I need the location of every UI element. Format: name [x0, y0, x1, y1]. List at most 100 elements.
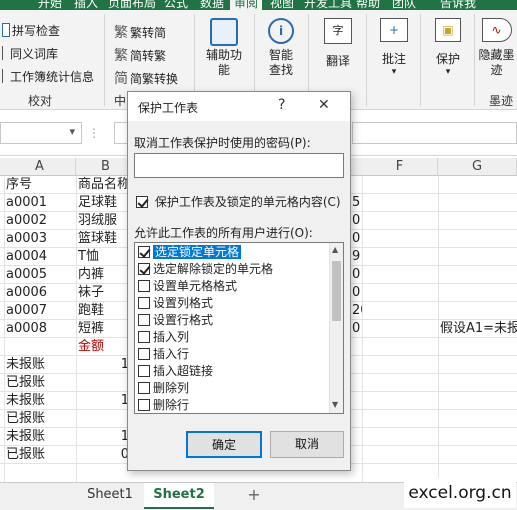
permission-checkbox[interactable] — [138, 314, 150, 326]
permission-checkbox[interactable] — [138, 246, 150, 258]
sheet-tab-sheet2[interactable]: Sheet2 — [144, 483, 214, 509]
cell-b[interactable]: 0 — [78, 446, 133, 464]
permission-item[interactable]: 设置单元格格式 — [135, 278, 237, 295]
cell-a[interactable]: 未报账 — [6, 428, 76, 446]
permission-checkbox[interactable] — [138, 263, 150, 275]
cell-a[interactable]: a0006 — [6, 284, 76, 302]
cell-a[interactable]: a0007 — [6, 302, 76, 320]
cell-e[interactable]: 0 — [352, 230, 362, 248]
tab-home[interactable]: 开始 — [38, 0, 62, 10]
cell-b[interactable]: 1 — [78, 428, 133, 446]
convert-button[interactable]: 简简繁转换 — [114, 68, 178, 88]
cell-g[interactable]: 假设A1=未报 — [440, 320, 517, 338]
cell-a[interactable]: a0002 — [6, 212, 76, 230]
cell-e[interactable]: 5 — [352, 194, 362, 212]
cell-g[interactable] — [440, 392, 517, 410]
name-box[interactable]: ▾ — [0, 122, 82, 144]
cell-a[interactable]: 未报账 — [6, 392, 76, 410]
translate-button[interactable]: 字 翻译 — [314, 18, 362, 69]
cell-e[interactable] — [352, 338, 362, 356]
scroll-down-icon[interactable]: ▼ — [332, 400, 338, 409]
password-input[interactable] — [134, 153, 344, 178]
cancel-entry-icon[interactable] — [114, 122, 128, 144]
permission-item[interactable]: 插入列 — [135, 329, 189, 346]
tab-page-layout[interactable]: 页面布局 — [108, 0, 156, 10]
permission-checkbox[interactable] — [138, 331, 150, 343]
tab-data[interactable]: 数据 — [200, 0, 224, 10]
cell-e[interactable] — [352, 392, 362, 410]
cell-g[interactable] — [440, 212, 517, 230]
formula-input[interactable] — [352, 122, 517, 144]
cell-e[interactable]: 0 — [352, 320, 362, 338]
cell-a[interactable]: 序号 — [6, 176, 76, 194]
cell-e[interactable] — [352, 356, 362, 374]
cell-g[interactable] — [440, 284, 517, 302]
cell-e[interactable]: 9 — [352, 248, 362, 266]
workbook-stats-button[interactable]: 工作簿统计信息 — [2, 68, 94, 85]
cell-e[interactable] — [352, 374, 362, 392]
cell-b[interactable]: 1 — [78, 392, 133, 410]
permission-item[interactable]: 删除列 — [135, 380, 189, 397]
cell-g[interactable] — [440, 410, 517, 428]
protect-checkbox[interactable]: 保护工作表及锁定的单元格内容(C) — [136, 193, 341, 210]
spell-check-button[interactable]: 拼写检查 — [2, 22, 60, 39]
column-header-g[interactable]: G — [438, 158, 517, 176]
cell-e[interactable] — [352, 410, 362, 428]
tab-help[interactable]: 帮助 — [356, 0, 380, 10]
tab-insert[interactable]: 插入 — [74, 0, 98, 10]
cell-a[interactable] — [6, 338, 76, 356]
permission-item[interactable]: 选定解除锁定的单元格 — [135, 261, 273, 278]
tab-view[interactable]: 视图 — [270, 0, 294, 10]
cell-g[interactable] — [440, 302, 517, 320]
column-header-a[interactable]: A — [4, 158, 76, 176]
cell-b[interactable] — [78, 374, 133, 392]
cell-g[interactable] — [440, 266, 517, 284]
cell-e[interactable]: 0 — [352, 284, 362, 302]
permission-checkbox[interactable] — [138, 365, 150, 377]
cell-a[interactable]: a0004 — [6, 248, 76, 266]
tab-review[interactable]: 审阅 — [230, 0, 263, 10]
cell-g[interactable] — [440, 230, 517, 248]
ok-button[interactable]: 确定 — [186, 431, 262, 458]
permission-checkbox[interactable] — [138, 280, 150, 292]
permission-item[interactable]: 选定锁定单元格 — [135, 244, 242, 261]
permission-list[interactable]: 选定锁定单元格 选定解除锁定的单元格 设置单元格格式 设置列格式 设置行格式 插入列 插入行… — [134, 242, 344, 414]
cell-g[interactable] — [440, 356, 517, 374]
to-traditional-button[interactable]: 繁繁转简 — [114, 22, 166, 42]
permission-item[interactable]: 插入超链接 — [135, 363, 213, 380]
permission-checkbox[interactable] — [138, 348, 150, 360]
protect-checkbox-box[interactable] — [136, 196, 148, 208]
cell-e[interactable] — [352, 428, 362, 446]
permission-scrollbar[interactable]: ▲ ▼ — [329, 243, 343, 413]
tab-developer[interactable]: 开发工具 — [304, 0, 352, 10]
protect-button[interactable]: ▣ 保护 ▾ — [426, 18, 470, 77]
thesaurus-button[interactable]: 同义词库 — [2, 45, 58, 62]
cell-e[interactable] — [352, 446, 362, 464]
help-icon[interactable]: ? — [278, 97, 285, 113]
cell-a[interactable]: 未报账 — [6, 356, 76, 374]
cell-a[interactable]: 已报账 — [6, 410, 76, 428]
sheet-tab-sheet1[interactable]: Sheet1 — [76, 483, 144, 509]
cell-g[interactable] — [440, 338, 517, 356]
to-simplified-button[interactable]: 繁简转繁 — [114, 45, 166, 65]
add-sheet-button[interactable]: + — [242, 483, 266, 509]
cell-g[interactable] — [440, 248, 517, 266]
cell-a[interactable]: a0003 — [6, 230, 76, 248]
cell-e[interactable]: 20 — [352, 302, 362, 320]
permission-item[interactable]: 插入行 — [135, 346, 189, 363]
permission-checkbox[interactable] — [138, 382, 150, 394]
hide-ink-button[interactable]: ∿ 隐藏墨 迹 — [476, 18, 517, 78]
permission-item[interactable]: 设置列格式 — [135, 295, 213, 312]
cell-a[interactable]: a0005 — [6, 266, 76, 284]
close-icon[interactable]: ✕ — [318, 97, 330, 113]
accessibility-button[interactable]: 辅助功 能 — [198, 18, 250, 78]
scroll-thumb[interactable] — [332, 261, 341, 321]
cell-g[interactable] — [440, 194, 517, 212]
cell-g[interactable] — [440, 176, 517, 194]
scroll-up-icon[interactable]: ▲ — [332, 245, 338, 254]
cell-b[interactable] — [78, 410, 133, 428]
smart-lookup-button[interactable]: i 智能 查找 — [258, 18, 304, 78]
tab-formulas[interactable]: 公式 — [164, 0, 188, 10]
cell-g[interactable] — [440, 446, 517, 464]
cell-b[interactable]: 1 — [78, 356, 133, 374]
